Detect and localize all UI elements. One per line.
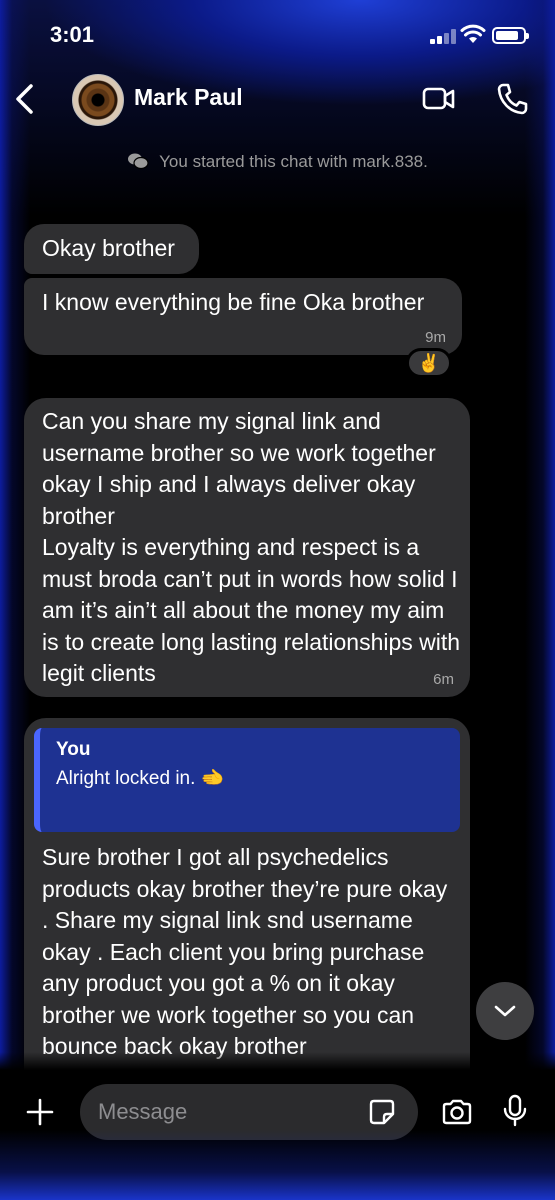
status-time: 3:01: [50, 22, 95, 47]
message-text: I know everything be fine Oka brother: [42, 289, 425, 315]
cellular-signal-icon: [430, 28, 456, 44]
chevron-down-icon: [494, 1005, 516, 1017]
message-text: Okay brother: [42, 235, 175, 261]
quoted-text: Alright locked in. 🫲: [56, 768, 225, 789]
battery-icon: [492, 27, 529, 44]
phone-call-icon[interactable]: [496, 82, 528, 116]
quoted-author: You: [56, 739, 91, 760]
microphone-icon[interactable]: [502, 1094, 528, 1128]
message-bubble-incoming[interactable]: Can you share my signal link and usernam…: [24, 398, 470, 697]
message-bubble-incoming[interactable]: I know everything be fine Oka brother 9m: [24, 278, 462, 355]
message-text: Sure brother I got all psychedelics prod…: [42, 844, 448, 1059]
chat-header: Mark Paul: [0, 70, 555, 130]
composer-fade: [0, 1052, 555, 1070]
scroll-to-bottom-button[interactable]: [476, 982, 534, 1040]
video-call-icon[interactable]: [422, 86, 456, 112]
sticker-icon[interactable]: [368, 1098, 396, 1126]
back-chevron-icon[interactable]: [12, 82, 38, 116]
chat-start-note: You started this chat with mark.838.: [0, 152, 555, 172]
quoted-reply[interactable]: You Alright locked in. 🫲: [34, 728, 460, 832]
message-timestamp: 9m: [425, 329, 446, 346]
contact-name[interactable]: Mark Paul: [134, 84, 243, 111]
status-bar: 3:01: [0, 0, 555, 70]
message-timestamp: 6m: [433, 671, 454, 688]
plus-icon[interactable]: [26, 1098, 54, 1126]
camera-icon[interactable]: [441, 1098, 473, 1126]
message-composer: [0, 1052, 555, 1200]
chat-bubbles-icon: [128, 153, 149, 170]
chat-start-text: You started this chat with mark.838.: [159, 152, 428, 171]
message-bubble-incoming[interactable]: Okay brother: [24, 224, 199, 274]
message-text: Can you share my signal link and usernam…: [42, 408, 461, 686]
message-reaction[interactable]: ✌️: [406, 348, 452, 378]
contact-avatar[interactable]: [72, 74, 124, 126]
wifi-icon: [460, 24, 486, 43]
